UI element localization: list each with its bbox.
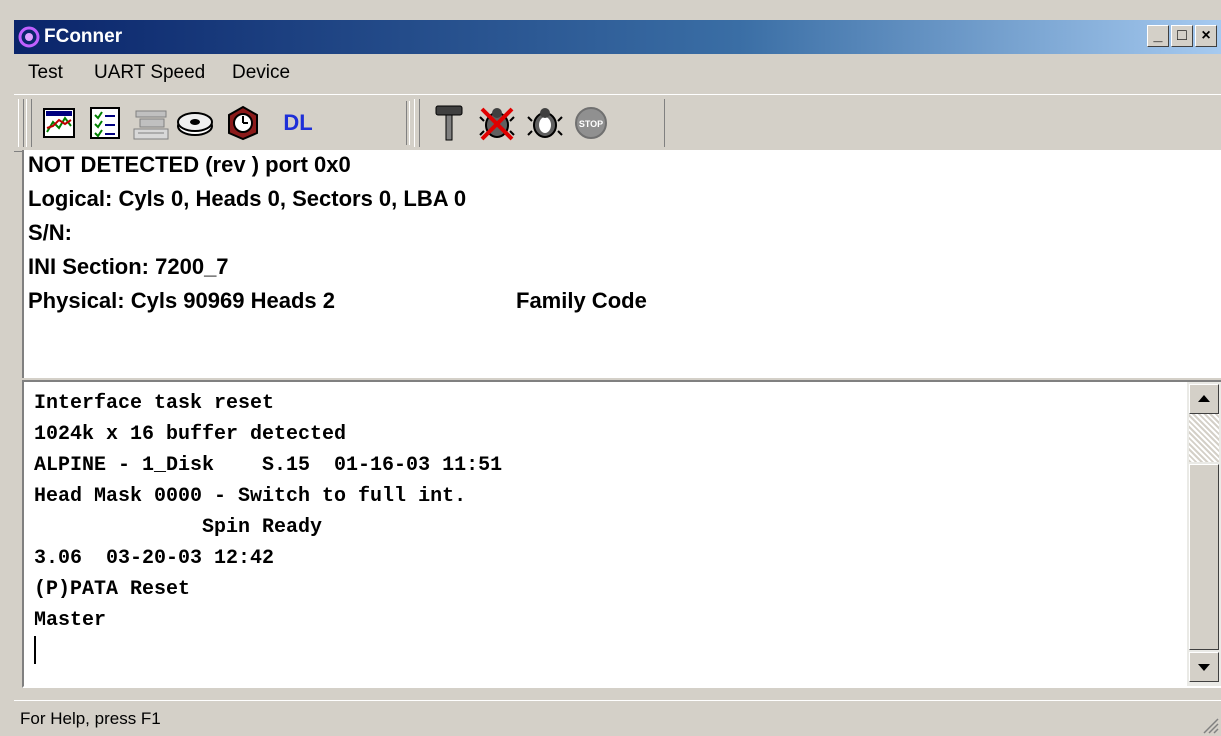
drive-info-panel: NOT DETECTED (rev ) port 0x0 Logical: Cy… [22,150,1221,378]
status-text: For Help, press F1 [20,709,161,728]
physical-geometry: Physical: Cyls 90969 Heads 2 [28,288,335,313]
disk-drive-icon [177,112,213,136]
console-line: Spin Ready [34,516,323,539]
scroll-up-button[interactable] [1189,384,1219,414]
hammer-icon [435,105,463,141]
console-line: 3.06 03-20-03 12:42 [34,547,275,570]
menu-uart-speed[interactable]: UART Speed [94,62,205,84]
checklist-icon [90,107,120,139]
scroll-down-button[interactable] [1189,652,1219,682]
serial-number: S/N: [28,220,72,245]
title-bar[interactable]: FConner _ □ × [14,20,1221,54]
disk-button[interactable] [174,103,216,143]
toolbar-end-divider [664,99,665,147]
ini-section: INI Section: 7200_7 [28,254,229,279]
toolbar-grip[interactable] [18,99,24,147]
bug-crossed-button[interactable] [476,103,518,143]
scroll-track[interactable] [1189,414,1219,462]
bug-crossed-icon [479,107,515,141]
app-icon [18,26,40,48]
text-caret [34,636,36,664]
menu-bar: Test UART Speed Device [14,56,1221,90]
arrow-down-icon [1198,664,1210,671]
console-line: Interface task reset [34,392,275,415]
download-button[interactable]: DL [268,103,328,143]
console-line: (P)PATA Reset [34,578,191,601]
bug-icon [527,108,563,138]
maximize-button[interactable]: □ [1171,25,1193,47]
menu-device[interactable]: Device [232,62,290,84]
chart-icon [43,108,75,138]
checklist-button[interactable] [84,103,126,143]
logical-geometry: Logical: Cyls 0, Heads 0, Sectors 0, LBA… [28,186,467,211]
bug-button[interactable] [524,103,566,143]
terminal-console[interactable]: Interface task reset 1024k x 16 buffer d… [22,380,1221,688]
device-button[interactable] [130,103,172,143]
chart-button[interactable] [38,103,80,143]
device-disabled-icon [133,110,169,140]
scroll-thumb[interactable] [1189,464,1219,650]
close-button[interactable]: × [1195,25,1217,47]
stop-button[interactable]: STOP [570,103,612,143]
stop-icon-label: STOP [579,119,603,129]
window-title: FConner [44,26,123,47]
timer-button[interactable] [222,103,264,143]
toolbar: DL STOP [14,94,1221,152]
stop-disabled-icon: STOP [575,107,607,139]
console-line: Head Mask 0000 - Switch to full int. [34,485,467,508]
hammer-button[interactable] [428,103,470,143]
resize-grip-icon[interactable] [1199,714,1219,734]
toolbar-separator [406,101,410,145]
vertical-scrollbar[interactable] [1187,382,1221,686]
console-line: 1024k x 16 buffer detected [34,423,347,446]
stopwatch-icon [228,105,258,141]
menu-test[interactable]: Test [28,62,63,84]
console-line: ALPINE - 1_Disk S.15 01-16-03 11:51 [34,454,503,477]
console-line: Master [34,609,107,632]
detection-status: NOT DETECTED (rev ) port 0x0 [28,152,351,177]
status-bar: For Help, press F1 [14,700,1221,736]
dl-icon: DL [283,110,313,135]
minimize-button[interactable]: _ [1147,25,1169,47]
arrow-up-icon [1198,395,1210,402]
toolbar-grip-3[interactable] [414,99,420,147]
toolbar-grip-2[interactable] [26,99,32,147]
family-code: Family Code [516,288,647,313]
